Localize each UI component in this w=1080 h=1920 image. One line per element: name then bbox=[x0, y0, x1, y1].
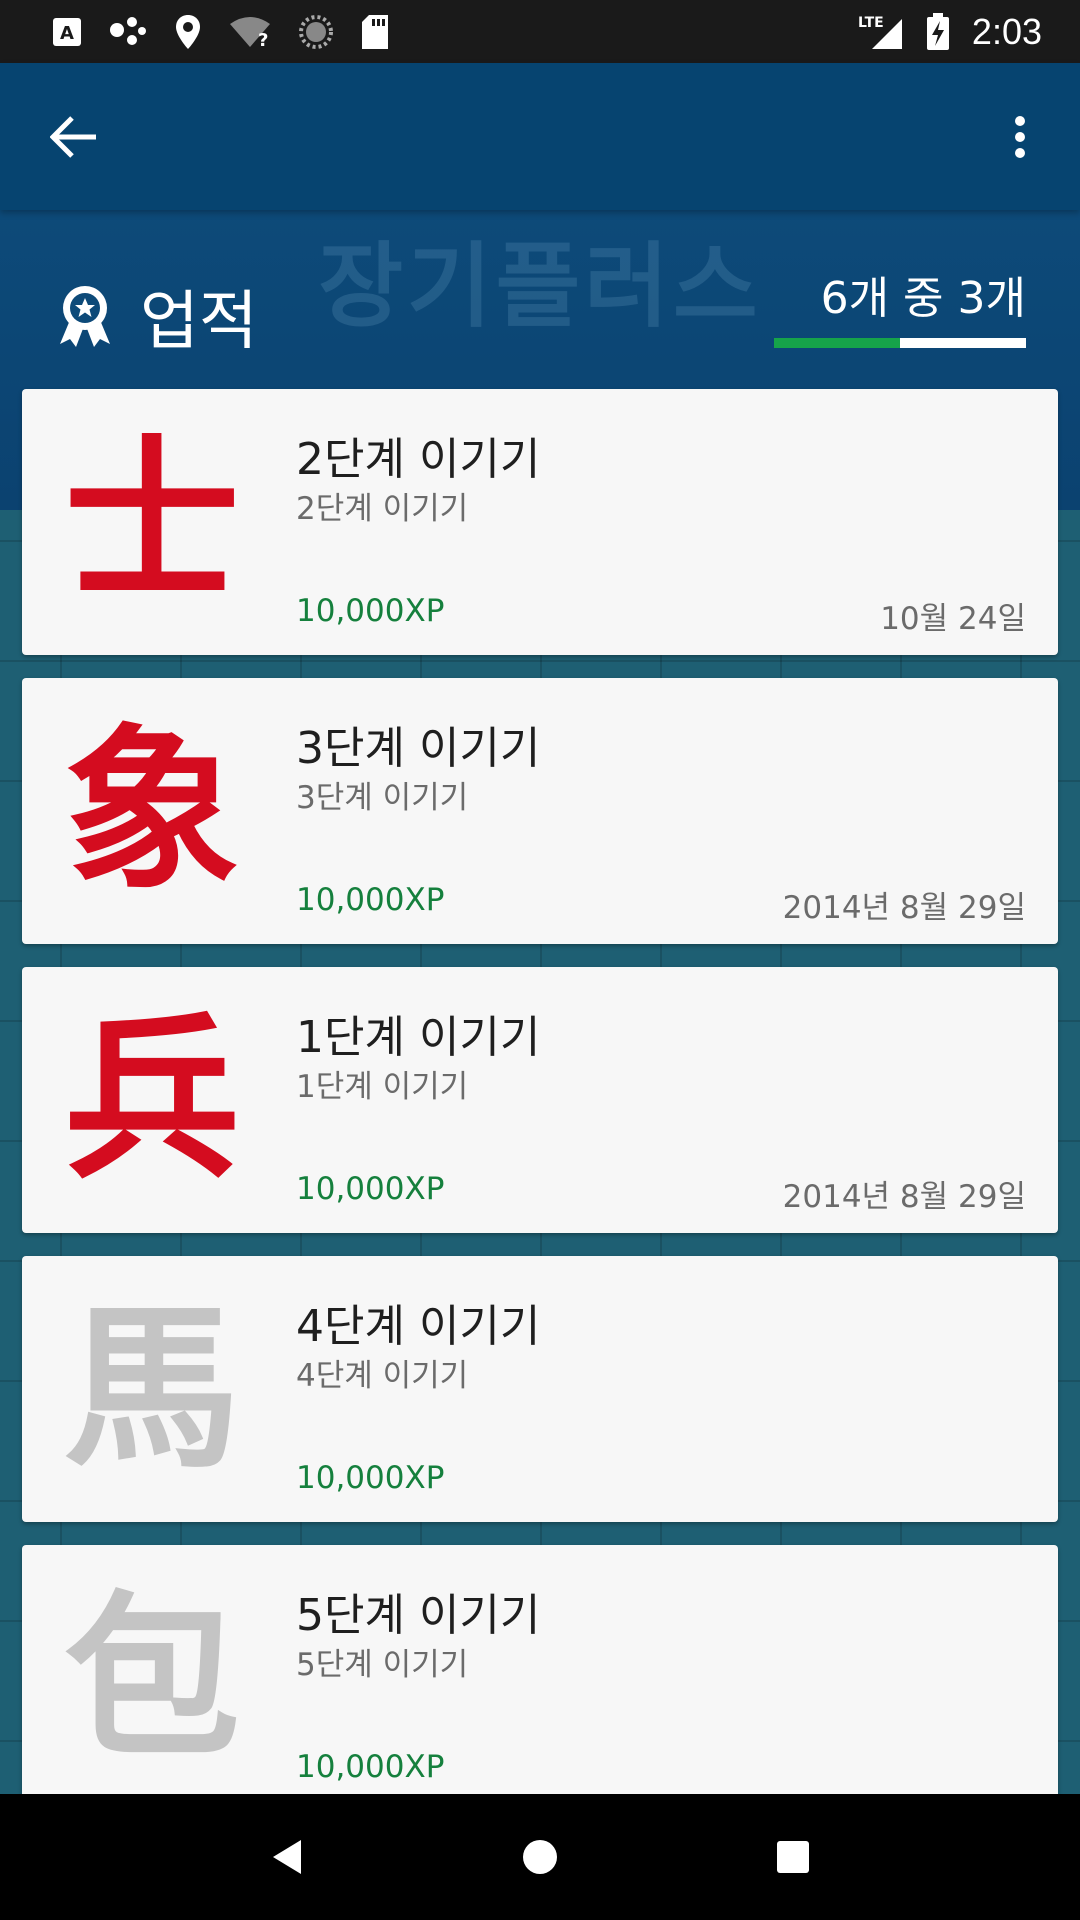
achievement-card[interactable]: 兵 1단계 이기기 1단계 이기기 10,000XP 2014년 8월 29일 bbox=[22, 967, 1058, 1233]
achievement-xp: 10,000XP bbox=[296, 1749, 445, 1785]
achievement-title: 4단계 이기기 bbox=[296, 1301, 541, 1352]
achievement-glyph: 包 bbox=[63, 1574, 240, 1781]
achievement-description: 4단계 이기기 bbox=[296, 1358, 469, 1394]
achievement-badge-icon: 包 bbox=[52, 1581, 252, 1775]
achievement-card[interactable]: 士 2단계 이기기 2단계 이기기 10,000XP 10월 24일 bbox=[22, 389, 1058, 655]
navigation-bar bbox=[0, 1794, 1080, 1920]
page-title: 업적 bbox=[140, 285, 258, 359]
progress-bar-fill bbox=[774, 338, 900, 348]
svg-text:?: ? bbox=[258, 30, 268, 48]
nav-home-button[interactable] bbox=[495, 1812, 585, 1902]
achievement-card[interactable]: 馬 4단계 이기기 4단계 이기기 10,000XP bbox=[22, 1256, 1058, 1522]
battery-charging-icon bbox=[926, 12, 950, 51]
achievement-title: 5단계 이기기 bbox=[296, 1590, 541, 1641]
achievement-description: 5단계 이기기 bbox=[296, 1647, 469, 1683]
wifi-unknown-icon: ? bbox=[228, 16, 272, 48]
achievement-xp: 10,000XP bbox=[296, 1171, 445, 1207]
loading-icon bbox=[298, 14, 334, 50]
achievement-description: 1단계 이기기 bbox=[296, 1069, 469, 1105]
achievement-badge-icon: 士 bbox=[52, 425, 252, 619]
achievement-xp: 10,000XP bbox=[296, 593, 445, 629]
achievement-badge-icon: 馬 bbox=[52, 1292, 252, 1486]
achievement-description: 3단계 이기기 bbox=[296, 780, 469, 816]
sd-card-icon bbox=[360, 14, 390, 50]
progress-bar bbox=[774, 338, 1026, 348]
nav-recents-icon bbox=[777, 1841, 810, 1873]
location-icon bbox=[174, 14, 202, 50]
svg-text:A: A bbox=[60, 23, 74, 44]
achievement-badge-icon: 兵 bbox=[52, 1003, 252, 1197]
award-ribbon-icon bbox=[60, 286, 110, 347]
progress-text: 6개 중 3개 bbox=[820, 273, 1026, 324]
achievements-title-group: 업적 bbox=[56, 270, 258, 362]
nav-home-icon bbox=[522, 1840, 557, 1874]
achievement-glyph: 馬 bbox=[63, 1285, 240, 1492]
nav-back-icon bbox=[272, 1840, 301, 1874]
dots-icon bbox=[108, 16, 148, 48]
more-vert-icon bbox=[1015, 115, 1025, 158]
arrow-back-icon bbox=[50, 115, 96, 158]
nav-back-button[interactable] bbox=[242, 1812, 332, 1902]
achievement-xp: 10,000XP bbox=[296, 1460, 445, 1496]
back-button[interactable] bbox=[44, 107, 104, 167]
achievement-glyph: 兵 bbox=[63, 996, 240, 1203]
overflow-menu-button[interactable] bbox=[990, 107, 1050, 167]
achievement-xp: 10,000XP bbox=[296, 882, 445, 918]
nav-recents-button[interactable] bbox=[748, 1812, 838, 1902]
achievement-date: 10월 24일 bbox=[880, 601, 1026, 637]
app-bar bbox=[0, 63, 1080, 210]
achievement-title: 1단계 이기기 bbox=[296, 1012, 541, 1063]
achievement-badge-icon: 象 bbox=[52, 714, 252, 908]
achievement-description: 2단계 이기기 bbox=[296, 491, 469, 527]
achievement-title: 2단계 이기기 bbox=[296, 434, 541, 485]
status-bar: A ? LTE 2:03 bbox=[0, 0, 1080, 63]
status-time: 2:03 bbox=[971, 10, 1042, 52]
achievement-card[interactable]: 象 3단계 이기기 3단계 이기기 10,000XP 2014년 8월 29일 bbox=[22, 678, 1058, 944]
signal-icon: LTE bbox=[858, 14, 904, 50]
achievement-card[interactable]: 包 5단계 이기기 5단계 이기기 10,000XP bbox=[22, 1545, 1058, 1811]
achievement-glyph: 象 bbox=[63, 707, 240, 914]
achievement-glyph: 士 bbox=[63, 418, 240, 625]
a-keyboard-icon: A bbox=[52, 17, 82, 47]
achievement-progress: 6개 중 3개 bbox=[774, 262, 1026, 348]
achievement-title: 3단계 이기기 bbox=[296, 723, 541, 774]
network-label: LTE bbox=[858, 15, 884, 31]
achievement-date: 2014년 8월 29일 bbox=[782, 890, 1026, 926]
achievement-date: 2014년 8월 29일 bbox=[782, 1179, 1026, 1215]
